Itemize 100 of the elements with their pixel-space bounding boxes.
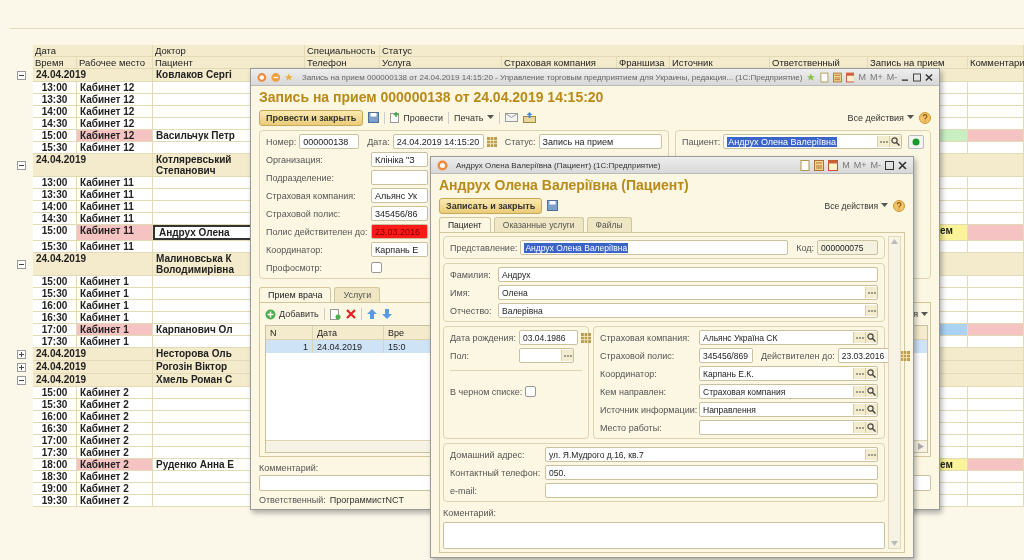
document-icon[interactable] (820, 71, 829, 83)
star-icon[interactable] (806, 71, 817, 83)
checkbox[interactable] (371, 262, 382, 273)
calculator-icon[interactable] (832, 71, 842, 83)
calendar-icon[interactable] (845, 71, 855, 83)
search-button[interactable] (865, 332, 877, 343)
choice-button[interactable] (865, 305, 877, 316)
input-field[interactable]: Андрух (498, 267, 878, 282)
arrow-down-icon[interactable] (381, 309, 392, 319)
input-field[interactable]: Карпань Е (371, 242, 428, 257)
input-field[interactable]: Альянс Ук (371, 188, 428, 203)
input-field[interactable]: 050. (545, 465, 878, 480)
maximize-icon[interactable] (885, 160, 894, 170)
calculator-icon[interactable] (814, 159, 825, 171)
time-cell: 14:30 (33, 118, 77, 130)
input-field[interactable]: Направлення (699, 402, 878, 417)
envelope-icon[interactable] (504, 113, 518, 122)
memory-button[interactable]: M- (886, 72, 898, 82)
close-icon[interactable] (898, 160, 907, 170)
search-button[interactable] (865, 404, 877, 415)
upload-icon[interactable] (522, 112, 536, 123)
post-and-close-button[interactable]: Провести и закрыть (259, 109, 364, 126)
actions-menu[interactable]: я (913, 309, 928, 319)
code-field[interactable]: 000000075 (817, 240, 878, 255)
search-button[interactable] (865, 368, 877, 379)
input-field[interactable]: Олена (498, 285, 878, 300)
tab[interactable]: Файлы (586, 217, 632, 232)
comment-field[interactable] (443, 522, 885, 549)
search-button[interactable] (889, 136, 901, 147)
number-field[interactable]: 000000138 (299, 134, 360, 149)
input-field[interactable]: Валерівна (498, 303, 878, 318)
date-field[interactable]: 03.04.1986 (519, 330, 578, 345)
collapse-icon[interactable] (17, 161, 26, 170)
close-icon[interactable] (925, 72, 933, 82)
save-icon[interactable] (368, 112, 380, 123)
post-button[interactable]: Провести (390, 112, 444, 123)
minus-circle-icon[interactable] (270, 71, 281, 83)
choice-button[interactable] (561, 350, 573, 361)
memory-button[interactable]: M+ (870, 72, 883, 82)
collapse-icon[interactable] (17, 71, 26, 80)
memory-button[interactable]: M (858, 72, 866, 82)
input-field[interactable]: 345456/86 (371, 206, 428, 221)
column-header[interactable]: Статус (380, 45, 1024, 57)
input-field[interactable]: 345456/869 (699, 348, 753, 363)
column-header[interactable]: N (266, 326, 313, 339)
help-icon[interactable] (893, 199, 905, 212)
copy-icon[interactable] (329, 308, 341, 320)
document-icon[interactable] (800, 159, 811, 171)
memory-button[interactable]: M (842, 160, 850, 170)
time-cell: 19:30 (33, 495, 77, 507)
scroll-right-icon[interactable] (918, 443, 924, 451)
add-button[interactable]: Добавить (265, 308, 319, 320)
date-field[interactable]: 24.04.2019 14:15:20 (392, 134, 484, 149)
all-actions-menu[interactable]: Все действия (824, 200, 888, 211)
input-field[interactable]: Клініка "З (371, 152, 428, 167)
arrow-up-icon[interactable] (366, 309, 377, 319)
save-icon[interactable] (547, 200, 559, 211)
delete-icon[interactable] (345, 309, 356, 319)
tab[interactable]: Пациент (439, 217, 491, 232)
scroll-down-icon[interactable] (891, 541, 898, 546)
column-header[interactable]: Дата (33, 45, 153, 57)
presentation-field[interactable]: Андрух Олена Валеріївна (520, 240, 789, 255)
input-field[interactable]: Альянс Україна СК (699, 330, 878, 345)
column-header[interactable]: Специальность (305, 45, 380, 57)
input-field[interactable] (545, 483, 878, 498)
memory-button[interactable]: M+ (853, 160, 867, 170)
choice-button[interactable] (865, 449, 877, 460)
column-header[interactable]: Дата (313, 326, 384, 339)
column-header[interactable]: Доктор (153, 45, 305, 57)
patient-field[interactable]: Андрух Олена Валеріївна (723, 134, 902, 149)
input-field[interactable]: Карпань Е.К. (699, 366, 878, 381)
search-button[interactable] (865, 386, 877, 397)
search-button[interactable] (865, 422, 877, 433)
input-field[interactable]: Страховая компания (699, 384, 878, 399)
input-field[interactable]: ул. Я.Мудрого д.16, кв.7 (545, 447, 878, 462)
input-field[interactable] (699, 420, 878, 435)
sex-field[interactable] (519, 348, 574, 363)
tab[interactable]: Оказанные услуги (493, 217, 584, 232)
status-button[interactable] (908, 134, 924, 149)
collapse-icon[interactable] (17, 376, 26, 385)
all-actions-menu[interactable]: Все действия (847, 112, 914, 123)
collapse-icon[interactable] (17, 260, 26, 269)
maximize-icon[interactable] (913, 72, 922, 82)
expand-icon[interactable] (17, 350, 26, 359)
memory-button[interactable]: M- (870, 160, 881, 170)
expand-icon[interactable] (17, 363, 26, 372)
help-icon[interactable] (919, 111, 931, 124)
choice-button[interactable] (865, 287, 877, 298)
tab[interactable]: Услуги (334, 287, 381, 302)
checkbox[interactable] (525, 386, 537, 397)
status-field[interactable]: Запись на прием (538, 134, 662, 149)
input-field[interactable] (371, 170, 428, 185)
save-and-close-button[interactable]: Записать и закрыть (439, 197, 543, 214)
place-cell: Кабинет 12 (77, 82, 153, 94)
calendar-icon[interactable] (828, 159, 839, 171)
vertical-scrollbar[interactable] (888, 236, 901, 549)
scroll-up-icon[interactable] (891, 239, 898, 244)
star-icon[interactable] (284, 71, 294, 83)
print-menu[interactable]: Печать (454, 112, 494, 123)
tab[interactable]: Прием врача (259, 287, 332, 302)
